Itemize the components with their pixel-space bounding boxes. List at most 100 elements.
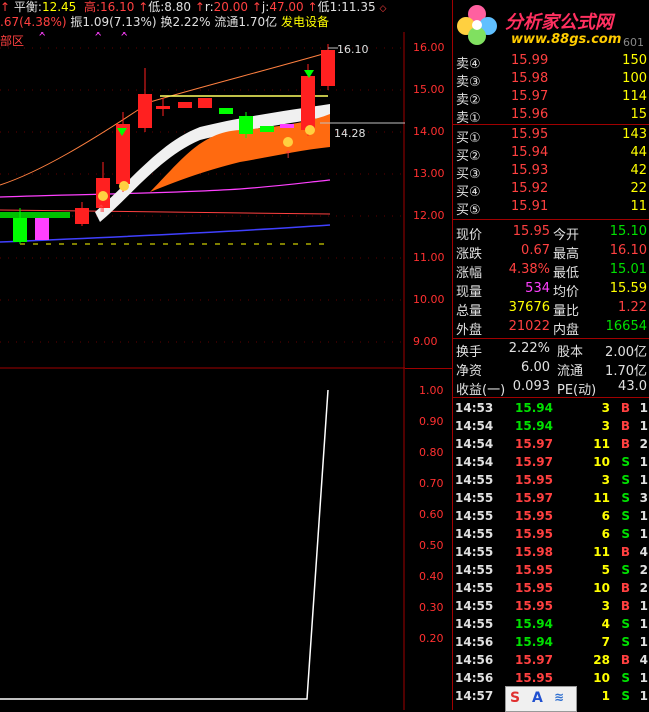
tick-side: B — [620, 419, 630, 433]
tick-time: 14:55 — [455, 563, 494, 577]
quote-row: 涨跌 0.67 最高 16.10 — [453, 242, 649, 262]
amplitude-value: 振1.09(7.13%) — [70, 15, 157, 29]
order-price: 15.95 — [511, 127, 549, 142]
y-tick-label: 12.00 — [413, 209, 445, 222]
ime-toolbar[interactable]: S A ≋ — [505, 686, 577, 712]
quote-label: 最低 — [553, 266, 580, 281]
quote-value: 15.95 — [512, 224, 550, 239]
tick-row: 14:55 15.95 3 S 1 — [453, 471, 649, 489]
tick-count: 1 — [639, 419, 648, 433]
tick-time: 14:55 — [455, 545, 494, 559]
indicator-line — [0, 389, 329, 700]
order-row-buy: 买① 15.95 143 — [453, 126, 649, 146]
ime-s-icon[interactable]: S — [510, 690, 520, 706]
x-mark-icon: × — [38, 32, 46, 39]
ime-tool-icon[interactable]: ≋ — [554, 690, 564, 704]
kline-chart[interactable]: ↑ ↑ × × × 16.10 14.28 — [0, 32, 405, 710]
tick-price: 15.94 — [515, 419, 553, 433]
sub-tick-label: 0.20 — [419, 632, 444, 645]
face-icon — [98, 191, 108, 201]
quote-label: 总量 — [456, 304, 483, 319]
quote-row: 现价 15.95 今开 15.10 — [453, 223, 649, 243]
y-tick-label: 14.00 — [413, 125, 445, 138]
header-row-2: .67(4.38%) 振1.09(7.13%) 换2.22% 流通1.70亿 发… — [0, 15, 329, 29]
tick-time: 14:56 — [455, 635, 494, 649]
tick-time: 14:53 — [455, 401, 494, 415]
tick-price: 15.95 — [515, 509, 553, 523]
tick-count: 1 — [639, 617, 648, 631]
gao-value: 16.10 — [100, 0, 135, 14]
face-icon — [119, 181, 129, 191]
quote-label: 内盘 — [553, 323, 580, 338]
candle — [260, 126, 274, 132]
order-price: 15.94 — [511, 145, 549, 160]
left-green-zone — [0, 212, 70, 218]
quote-row: 总量 37676 量比 1.22 — [453, 299, 649, 319]
order-volume: 42 — [630, 163, 647, 178]
tick-time: 14:56 — [455, 653, 494, 667]
y-tick-label: 10.00 — [413, 293, 445, 306]
tick-count: 2 — [639, 581, 648, 595]
tick-price: 15.94 — [515, 401, 553, 415]
tick-time: 14:55 — [455, 581, 494, 595]
tick-count: 1 — [639, 473, 648, 487]
quote-value: 15.01 — [609, 262, 647, 277]
candle — [219, 108, 233, 114]
tick-price: 15.95 — [515, 473, 553, 487]
tick-time: 14:55 — [455, 527, 494, 541]
tick-volume: 1 — [601, 689, 610, 703]
tick-volume: 4 — [601, 617, 610, 631]
logo-title: 分析家公式网 — [505, 12, 613, 33]
buy-arrow-icon: ↑ — [284, 150, 292, 161]
tick-count: 1 — [639, 527, 648, 541]
order-volume: 11 — [630, 199, 647, 214]
tick-time: 14:55 — [455, 491, 494, 505]
order-price: 15.92 — [511, 181, 549, 196]
quote-label: 今开 — [553, 228, 580, 243]
tick-side: B — [620, 545, 630, 559]
tick-side: S — [621, 455, 630, 469]
tick-row: 14:56 15.95 10 S 1 — [453, 669, 649, 687]
finance-label: 股本 — [557, 345, 584, 360]
candle — [13, 218, 27, 242]
tick-count: 2 — [639, 563, 648, 577]
tick-side: S — [621, 491, 630, 505]
tick-price: 15.95 — [515, 563, 553, 577]
sub-tick-label: 0.40 — [419, 570, 444, 583]
tick-row: 14:56 15.97 28 B 4 — [453, 651, 649, 669]
pingheng-value: 12.45 — [41, 0, 77, 14]
quote-value: 16654 — [605, 319, 647, 334]
quote-label: 涨幅 — [456, 266, 483, 281]
candle — [198, 98, 212, 108]
tick-price: 15.97 — [515, 653, 553, 667]
sub-tick-label: 0.30 — [419, 601, 444, 614]
finance-value: 0.093 — [512, 379, 550, 394]
x-mark-icon: × — [94, 32, 102, 39]
logo: 分析家公式网 www.88gs.com 601 — [455, 0, 645, 50]
finance-label: 换手 — [456, 345, 483, 360]
buy-arrow-icon: ↑ — [97, 204, 105, 215]
tick-count: 3 — [639, 491, 648, 505]
order-row-sell: 卖③ 15.98 100 — [453, 70, 649, 90]
sub-tick-label: 0.60 — [419, 508, 444, 521]
di1-value: 11.35 — [341, 0, 376, 14]
tick-side: S — [621, 509, 630, 523]
tick-volume: 10 — [593, 671, 610, 685]
quote-label: 现量 — [456, 285, 483, 300]
quote-row: 外盘 21022 内盘 16654 — [453, 318, 649, 338]
ime-a-icon[interactable]: A — [532, 690, 543, 706]
candle — [178, 102, 192, 108]
order-price: 15.93 — [511, 163, 549, 178]
tick-volume: 11 — [593, 437, 610, 451]
quote-label: 均价 — [553, 285, 580, 300]
order-volume: 100 — [622, 71, 647, 86]
gao-label: 高: — [83, 0, 100, 14]
high-price-label: 16.10 — [337, 43, 369, 56]
tick-count: 4 — [639, 545, 648, 559]
finance-row: 换手 2.22% 股本 2.00亿 — [453, 340, 649, 360]
candle — [138, 94, 152, 128]
y-tick-label: 11.00 — [413, 251, 445, 264]
quote-label: 现价 — [456, 228, 483, 243]
tick-price: 15.94 — [515, 617, 553, 631]
arrow-up-icon: ↑ — [251, 0, 262, 14]
